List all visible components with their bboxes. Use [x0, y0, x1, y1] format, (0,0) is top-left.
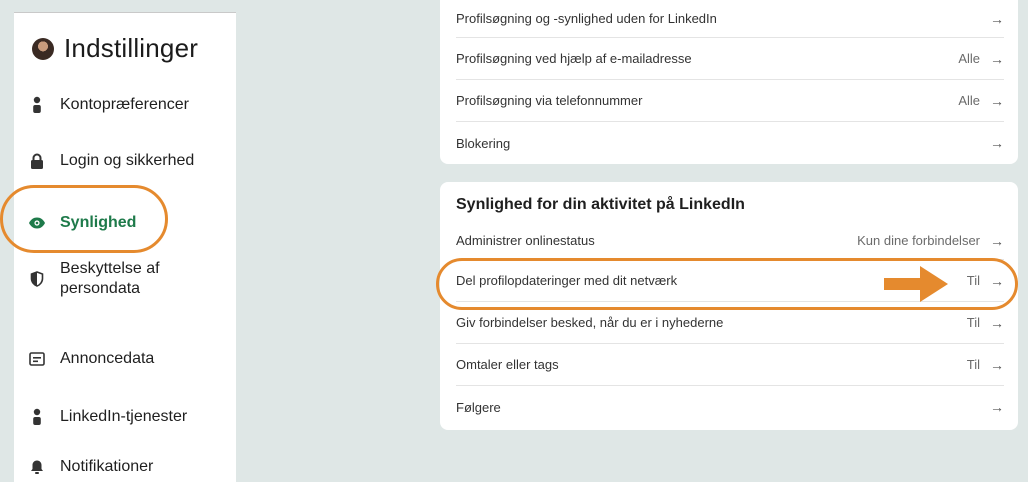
settings-row-label: Omtaler eller tags: [456, 357, 559, 372]
arrow-right-icon: →: [990, 232, 1004, 249]
settings-row-value: Til: [966, 357, 980, 372]
settings-row-value: Alle: [958, 93, 980, 108]
shield-icon: [28, 269, 46, 289]
profile-visibility-panel: Profilsøgning og -synlighed uden for Lin…: [440, 0, 1018, 164]
arrow-right-icon: →: [990, 399, 1004, 415]
settings-row-blocking[interactable]: Blokering →: [456, 122, 1004, 164]
settings-row-offsite-visibility[interactable]: Profilsøgning og -synlighed uden for Lin…: [456, 0, 1004, 38]
arrow-right-icon: →: [990, 50, 1004, 67]
sidebar-item-label: Annoncedata: [60, 350, 155, 367]
settings-row-phone-search[interactable]: Profilsøgning via telefonnummer Alle →: [456, 80, 1004, 122]
settings-row-value: Kun dine forbindelser: [857, 233, 980, 248]
sidebar-item-label: Notifikationer: [60, 458, 154, 475]
annotation-arrow-icon: [884, 266, 948, 302]
settings-row-label: Profilsøgning via telefonnummer: [456, 93, 643, 108]
sidebar-item-account-preferences[interactable]: Kontopræferencer: [28, 95, 189, 115]
arrow-right-icon: →: [990, 135, 1004, 151]
sidebar-item-linkedin-services[interactable]: LinkedIn-tjenester: [28, 407, 187, 427]
settings-row-label: Giv forbindelser besked, når du er i nyh…: [456, 315, 724, 330]
section-title: Synlighed for din aktivitet på LinkedIn: [456, 196, 745, 213]
arrow-right-icon: →: [990, 314, 1004, 331]
highlight-visibility-annotation: [0, 185, 168, 253]
sidebar-item-label: LinkedIn-tjenester: [60, 408, 188, 425]
settings-row-followers[interactable]: Følgere →: [456, 386, 1004, 428]
ad-icon: [28, 349, 46, 369]
settings-row-label: Blokering: [456, 135, 511, 151]
settings-row-value: Til: [966, 315, 980, 330]
avatar[interactable]: [32, 37, 54, 60]
sidebar-header: Indstillinger: [32, 33, 198, 64]
settings-row-online-status[interactable]: Administrer onlinestatus Kun dine forbin…: [456, 222, 1004, 260]
settings-row-mentions-tags[interactable]: Omtaler eller tags Til →: [456, 344, 1004, 386]
settings-row-value: Alle: [958, 51, 980, 66]
sidebar-item-notifications[interactable]: Notifikationer: [28, 457, 153, 477]
settings-row-label: Profilsøgning og -synlighed uden for Lin…: [456, 11, 717, 26]
sidebar-item-ad-data[interactable]: Annoncedata: [28, 349, 154, 369]
sidebar-item-data-privacy[interactable]: Beskyttelse af persondata: [28, 259, 160, 299]
settings-row-email-search[interactable]: Profilsøgning ved hjælp af e-mailadresse…: [456, 38, 1004, 80]
settings-row-label: Profilsøgning ved hjælp af e-mailadresse: [456, 51, 692, 66]
sidebar-item-label: Login og sikkerhed: [60, 152, 195, 169]
sidebar-item-login-security[interactable]: Login og sikkerhed: [28, 151, 194, 171]
person-icon: [28, 95, 46, 115]
arrow-right-icon: →: [990, 356, 1004, 373]
bell-icon: [28, 457, 46, 477]
lock-icon: [28, 151, 46, 171]
arrow-right-icon: →: [990, 10, 1004, 27]
sidebar-title: Indstillinger: [64, 33, 199, 63]
sidebar-item-label: Kontopræferencer: [60, 96, 189, 113]
person-icon: [28, 407, 46, 427]
settings-row-label: Administrer onlinestatus: [456, 233, 595, 248]
sidebar-item-label: Beskyttelse af persondata: [60, 260, 160, 297]
arrow-right-icon: →: [990, 92, 1004, 109]
settings-row-label: Følgere: [456, 399, 501, 415]
